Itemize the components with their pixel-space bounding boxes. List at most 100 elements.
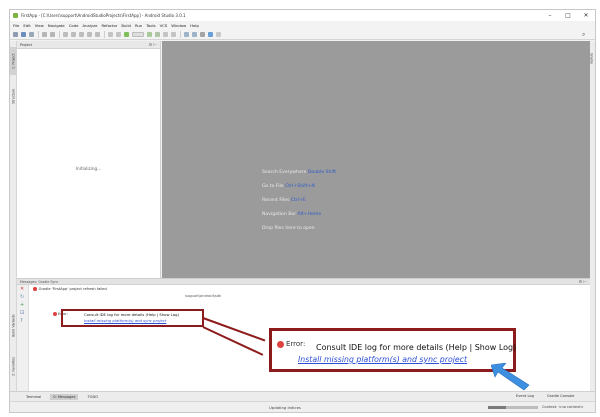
hint-go-to-file: Go to File Ctrl+Shift+N bbox=[262, 180, 336, 194]
window-title: FirstApp - [C:\Users\support\AndroidStud… bbox=[21, 13, 186, 18]
undo-icon[interactable] bbox=[42, 31, 47, 37]
help-icon[interactable]: ? bbox=[20, 319, 23, 324]
expand-icon[interactable]: + bbox=[20, 303, 24, 308]
toolbar-separator bbox=[38, 30, 39, 38]
maximize-button[interactable]: □ bbox=[559, 10, 577, 21]
hint-recent-files: Recent Files Ctrl+E bbox=[262, 194, 336, 208]
project-panel-header: Project ⚙ ⊢ bbox=[17, 41, 160, 49]
status-message: Updating Indices bbox=[269, 405, 301, 410]
menu-bar: File Edit View Navigate Code Analyze Ref… bbox=[10, 21, 595, 29]
menu-vcs[interactable]: VCS bbox=[160, 23, 168, 28]
rerun-icon[interactable]: ↻ bbox=[20, 295, 24, 300]
hint-label: Go to File bbox=[262, 184, 284, 189]
copy-icon[interactable] bbox=[71, 31, 76, 37]
ide-window: FirstApp - [C:\Users\support\AndroidStud… bbox=[9, 9, 596, 413]
help-icon[interactable] bbox=[216, 31, 221, 37]
tree-sdk-path: support\android\sdk bbox=[185, 294, 222, 298]
project-panel: Project ⚙ ⊢ Initializing... bbox=[17, 41, 161, 278]
debug-icon[interactable] bbox=[155, 31, 160, 37]
redo-icon[interactable] bbox=[50, 31, 55, 37]
hint-shortcut: Ctrl+E bbox=[290, 198, 306, 203]
menu-help[interactable]: Help bbox=[190, 23, 199, 28]
avd-manager-icon[interactable] bbox=[184, 31, 189, 37]
callout-install-link[interactable]: Install missing platform(s) and sync pro… bbox=[298, 355, 467, 364]
make-project-icon[interactable] bbox=[124, 31, 129, 37]
menu-file[interactable]: File bbox=[13, 23, 19, 28]
annotation-highlight-box bbox=[61, 309, 204, 327]
indexing-progress-bar bbox=[488, 406, 538, 409]
export-icon[interactable]: ⊡ bbox=[20, 311, 24, 316]
back-icon[interactable] bbox=[108, 31, 113, 37]
hint-drop-files: Drop files here to open bbox=[262, 226, 315, 231]
android-device-monitor-icon[interactable] bbox=[208, 31, 213, 37]
sdk-manager-icon[interactable] bbox=[192, 31, 197, 37]
progress-fill bbox=[488, 406, 506, 409]
project-structure-icon[interactable] bbox=[200, 31, 205, 37]
sync-icon[interactable] bbox=[29, 31, 34, 37]
open-folder-icon[interactable] bbox=[13, 31, 18, 37]
close-icon[interactable]: ✕ bbox=[20, 287, 24, 292]
bottom-tool-tabs: Terminal 0: Messages TODO Event Log Grad… bbox=[10, 391, 595, 401]
cut-icon[interactable] bbox=[63, 31, 68, 37]
menu-run[interactable]: Run bbox=[135, 23, 142, 28]
error-icon bbox=[277, 340, 284, 348]
find-icon[interactable] bbox=[87, 31, 92, 37]
tree-gradle-refresh[interactable]: Gradle 'FirstApp' project refresh failed bbox=[33, 287, 107, 291]
hint-label: Recent Files bbox=[262, 198, 290, 203]
title-bar: FirstApp - [C:\Users\support\AndroidStud… bbox=[10, 10, 595, 21]
toolbar-separator bbox=[59, 30, 60, 38]
run-config-dropdown[interactable] bbox=[132, 31, 144, 37]
editor-hints: Search Everywhere Double Shift Go to Fil… bbox=[262, 166, 336, 236]
menu-view[interactable]: View bbox=[35, 23, 44, 28]
project-initializing-text: Initializing... bbox=[75, 166, 102, 171]
tab-todo[interactable]: TODO bbox=[84, 394, 101, 400]
menu-navigate[interactable]: Navigate bbox=[48, 23, 65, 28]
menu-analyze[interactable]: Analyze bbox=[83, 23, 98, 28]
tab-gradle-console[interactable]: Gradle Console bbox=[547, 394, 574, 398]
tab-project[interactable]: 1: Project bbox=[10, 47, 17, 75]
menu-code[interactable]: Code bbox=[69, 23, 79, 28]
status-bar: Updating Indices Context: <no context> bbox=[10, 401, 595, 412]
messages-toolbar: ✕ ↻ + ⊡ ? bbox=[17, 285, 29, 391]
run-icon[interactable] bbox=[147, 31, 152, 37]
hint-label: Search Everywhere bbox=[262, 170, 307, 175]
toolbar-separator bbox=[104, 30, 105, 38]
replace-icon[interactable] bbox=[95, 31, 100, 37]
editor-area: Search Everywhere Double Shift Go to Fil… bbox=[162, 41, 590, 278]
tab-favorites[interactable]: 2: Favorites bbox=[10, 351, 17, 381]
hint-label: Navigation Bar bbox=[262, 212, 297, 217]
messages-settings-icon[interactable]: ⚙ ⊢ bbox=[579, 279, 587, 284]
tab-messages[interactable]: 0: Messages bbox=[50, 393, 79, 400]
stop-icon[interactable] bbox=[171, 31, 176, 37]
hint-shortcut: Alt+Home bbox=[297, 212, 322, 217]
toolbar-separator bbox=[180, 30, 181, 38]
left-tool-strip: 1: Project Structure Build Variants 2: F… bbox=[10, 41, 17, 391]
forward-icon[interactable] bbox=[116, 31, 121, 37]
search-everywhere-icon[interactable]: ⌕ bbox=[582, 31, 589, 38]
android-studio-icon bbox=[13, 13, 18, 18]
menu-build[interactable]: Build bbox=[121, 23, 131, 28]
tab-build-variants[interactable]: Build Variants bbox=[10, 309, 17, 343]
minimize-button[interactable]: – bbox=[541, 10, 559, 21]
tree-title: Gradle 'FirstApp' project refresh failed bbox=[38, 287, 107, 291]
tab-terminal[interactable]: Terminal bbox=[23, 394, 44, 400]
menu-refactor[interactable]: Refactor bbox=[101, 23, 117, 28]
menu-window[interactable]: Window bbox=[171, 23, 186, 28]
callout-error-message: Consult IDE log for more details (Help |… bbox=[316, 343, 517, 352]
paste-icon[interactable] bbox=[79, 31, 84, 37]
tab-event-log[interactable]: Event Log bbox=[516, 394, 534, 398]
attach-debugger-icon[interactable] bbox=[163, 31, 168, 37]
close-button[interactable]: ✕ bbox=[577, 10, 595, 21]
status-context: Context: <no context> bbox=[542, 405, 584, 409]
hint-shortcut: Ctrl+Shift+N bbox=[285, 184, 315, 189]
save-icon[interactable] bbox=[21, 31, 26, 37]
messages-header: Messages: Gradle Sync ⚙ ⊢ bbox=[17, 278, 590, 285]
menu-edit[interactable]: Edit bbox=[23, 23, 30, 28]
panel-settings-icon[interactable]: ⚙ ⊢ bbox=[149, 42, 157, 47]
hint-search-everywhere: Search Everywhere Double Shift bbox=[262, 166, 336, 180]
hint-shortcut: Double Shift bbox=[307, 170, 337, 175]
hint-navigation-bar: Navigation Bar Alt+Home bbox=[262, 208, 336, 222]
pointer-arrow-icon bbox=[491, 363, 530, 391]
tab-structure[interactable]: Structure bbox=[10, 81, 17, 111]
menu-tools[interactable]: Tools bbox=[146, 23, 155, 28]
